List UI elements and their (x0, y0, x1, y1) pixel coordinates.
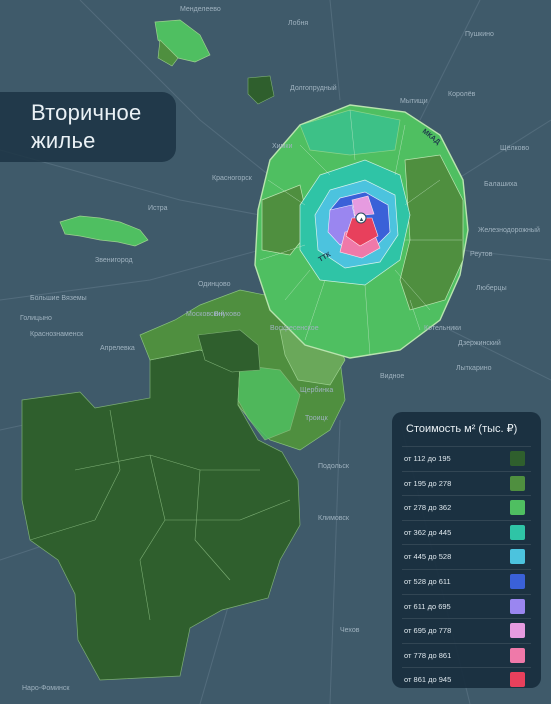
legend-separator (402, 667, 531, 669)
legend-separator (402, 642, 531, 644)
legend-item-label: от 445 до 528 (404, 552, 452, 562)
map-title-line1: Вторичное (31, 100, 142, 125)
legend-color-swatch (510, 623, 525, 639)
region-moscow-north (299, 109, 401, 156)
legend-item: от 362 до 445 (392, 522, 541, 546)
legend-item-label: от 778 до 861 (404, 650, 452, 660)
city-label: Троицк (305, 415, 329, 422)
legend-color-swatch (510, 451, 525, 466)
legend-color-swatch (510, 598, 525, 614)
legend-color-swatch (510, 574, 525, 589)
legend-item-label: от 611 до 695 (404, 601, 451, 611)
region-west-enclave (59, 215, 149, 247)
legend-item-label: от 112 до 195 (404, 454, 451, 463)
legend-color-swatch (510, 475, 525, 491)
city-label: Балашиха (484, 181, 517, 188)
legend-item-label: от 695 до 778 (404, 626, 452, 636)
legend-item: от 195 до 278 (392, 473, 541, 497)
city-label: Менделеево (180, 6, 221, 13)
city-label: Чехов (340, 627, 360, 634)
legend-item: от 611 до 695 (392, 596, 541, 620)
city-label: Истра (148, 205, 168, 212)
city-label: Люберцы (476, 284, 507, 292)
city-label: Лыткарино (456, 365, 492, 372)
legend-color-swatch (510, 500, 525, 516)
city-label: Звенигород (95, 257, 133, 264)
legend-item: от 695 до 778 (392, 620, 541, 644)
legend-item: от 778 до 861 (392, 645, 541, 669)
legend-item-label: от 278 до 362 (404, 503, 452, 513)
region-north-dark (247, 75, 275, 105)
legend-color-swatch (510, 647, 525, 663)
city-label: Щербинка (300, 386, 333, 394)
city-label: Одинцово (198, 281, 231, 288)
legend-separator (402, 544, 531, 546)
map-title-panel: Вторичное жилье (0, 92, 176, 162)
legend-separator (402, 618, 531, 620)
legend-item-label: от 195 до 278 (404, 478, 452, 488)
legend-separator (402, 519, 531, 521)
kremlin-marker-glyph: ▲ (359, 217, 365, 223)
city-label: Большие Вяземы (30, 295, 87, 302)
city-label: Голицыно (20, 315, 52, 322)
legend-separator (402, 446, 531, 447)
legend-item-label: от 861 до 945 (404, 675, 452, 685)
city-label: Краснознаменск (30, 331, 84, 338)
city-label: Щёлково (500, 145, 529, 152)
map-title-line2: жилье (31, 128, 96, 153)
legend-item: от 278 до 362 (392, 497, 541, 521)
city-label: Видное (380, 373, 404, 380)
city-label: Дзержинский (458, 339, 501, 347)
legend-color-swatch (510, 524, 525, 540)
price-legend: Стоимость м² (тыс. ₽) от 112 до 195 от 19… (392, 412, 541, 688)
legend-item: от 528 до 611 (392, 571, 541, 595)
city-label: Подольск (318, 463, 350, 470)
legend-item: от 445 до 528 (392, 546, 541, 570)
city-label: Апрелевка (100, 345, 135, 352)
city-label: Реутов (470, 251, 493, 258)
legend-separator (402, 569, 531, 570)
legend-color-swatch (510, 672, 525, 688)
legend-separator (402, 495, 531, 497)
city-label: Долгопрудный (290, 84, 337, 92)
legend-color-swatch (510, 549, 525, 565)
legend-separator (402, 470, 531, 472)
city-label: Пушкино (465, 31, 494, 38)
city-label: Лобня (288, 19, 308, 27)
city-label: Московский (186, 310, 224, 318)
legend-title: Стоимость м² (тыс. ₽) (406, 423, 518, 435)
city-label: Королёв (448, 91, 476, 98)
city-label: Химки (272, 143, 292, 150)
legend-item: от 861 до 945 (392, 669, 541, 693)
city-label: Воскресенское (270, 325, 319, 332)
legend-item-label: от 528 до 611 (404, 577, 451, 586)
legend-item: от 112 до 195 (392, 448, 541, 472)
city-label: Наро-Фоминск (22, 685, 70, 692)
city-label: Климовск (318, 515, 350, 522)
city-label: Красногорск (212, 175, 253, 182)
city-label: Котельники (424, 325, 461, 332)
city-label: Железнодорожный (478, 226, 540, 234)
legend-separator (402, 593, 531, 595)
legend-item-label: от 362 до 445 (404, 527, 452, 537)
city-label: Мытищи (400, 98, 428, 105)
